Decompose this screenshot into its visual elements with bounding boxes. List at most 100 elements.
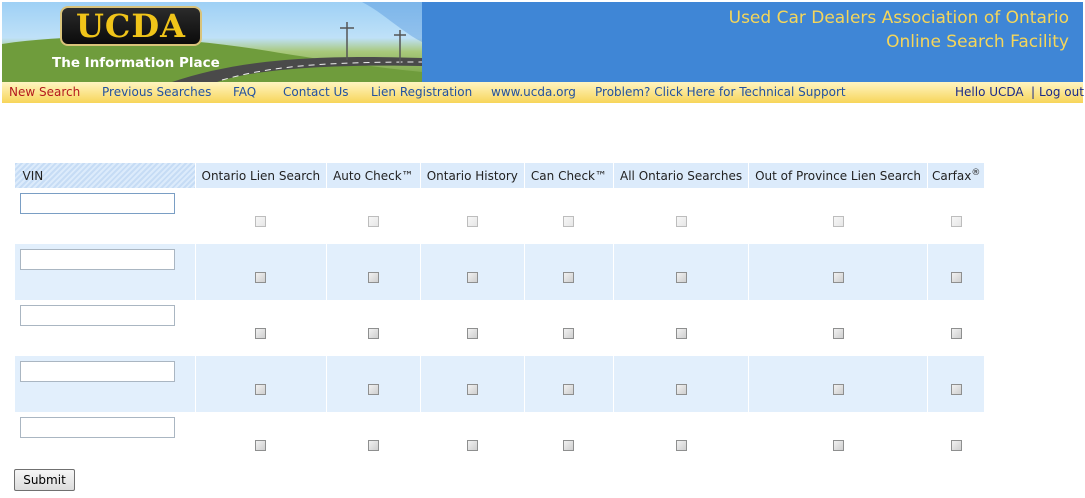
check-cell (612, 356, 749, 412)
greeting-text: Hello UCDA (955, 85, 1024, 99)
site-title: Used Car Dealers Association of Ontario (728, 8, 1069, 28)
check-cell (523, 188, 614, 244)
check-cell (326, 188, 421, 244)
nav-previous-searches[interactable]: Previous Searches (102, 85, 211, 99)
nav-lien-registration[interactable]: Lien Registration (371, 85, 472, 99)
check-cell (926, 412, 985, 468)
check-cell (326, 356, 421, 412)
out-of-province-lien-checkbox-1[interactable] (832, 215, 844, 227)
col-header-out-of-province-lien-search: Out of Province Lien Search (748, 163, 928, 188)
auto-check-checkbox-3[interactable] (367, 327, 379, 339)
nav-separator: | (1031, 85, 1036, 99)
out-of-province-lien-checkbox-2[interactable] (832, 271, 844, 283)
vin-input-2[interactable] (20, 248, 175, 270)
check-cell (523, 300, 614, 356)
header-road-photo: UCDA The Information Place (2, 2, 422, 82)
table-row (14, 244, 985, 300)
submit-button[interactable]: Submit (14, 469, 75, 491)
vin-search-table: VIN Ontario Lien Search Auto Check™ Onta… (14, 163, 985, 468)
table-header-row: VIN Ontario Lien Search Auto Check™ Onta… (14, 163, 985, 188)
nav-contact-us[interactable]: Contact Us (283, 85, 349, 99)
nav-ucda-website[interactable]: www.ucda.org (491, 85, 576, 99)
ontario-lien-search-checkbox-3[interactable] (255, 327, 267, 339)
ontario-history-checkbox-5[interactable] (466, 439, 478, 451)
table-row (14, 300, 985, 356)
vin-input-4[interactable] (20, 360, 175, 382)
check-cell (194, 412, 327, 468)
check-cell (748, 244, 928, 300)
ontario-history-checkbox-1[interactable] (466, 215, 478, 227)
check-cell (194, 188, 327, 244)
carfax-checkbox-1[interactable] (950, 215, 962, 227)
all-ontario-searches-checkbox-3[interactable] (675, 327, 687, 339)
check-cell (612, 244, 749, 300)
vin-input-5[interactable] (20, 416, 175, 438)
can-check-checkbox-1[interactable] (563, 215, 575, 227)
ontario-history-checkbox-4[interactable] (466, 383, 478, 395)
table-row (14, 356, 985, 412)
ontario-lien-search-checkbox-5[interactable] (255, 439, 267, 451)
check-cell (419, 412, 525, 468)
ontario-lien-search-checkbox-2[interactable] (255, 271, 267, 283)
col-header-all-ontario-searches: All Ontario Searches (612, 163, 749, 188)
auto-check-checkbox-2[interactable] (367, 271, 379, 283)
ucda-logo[interactable]: UCDA (60, 6, 202, 46)
nav-new-search[interactable]: New Search (9, 85, 80, 99)
check-cell (748, 188, 928, 244)
carfax-checkbox-3[interactable] (950, 327, 962, 339)
auto-check-checkbox-1[interactable] (367, 215, 379, 227)
check-cell (194, 356, 327, 412)
check-cell (926, 244, 985, 300)
ontario-lien-search-checkbox-4[interactable] (255, 383, 267, 395)
check-cell (523, 244, 614, 300)
can-check-checkbox-3[interactable] (563, 327, 575, 339)
can-check-checkbox-5[interactable] (563, 439, 575, 451)
all-ontario-searches-checkbox-1[interactable] (675, 215, 687, 227)
check-cell (194, 244, 327, 300)
tagline: The Information Place (52, 55, 220, 71)
col-header-vin: VIN (14, 163, 195, 188)
col-header-carfax: Carfax® (926, 163, 985, 188)
out-of-province-lien-checkbox-5[interactable] (832, 439, 844, 451)
check-cell (326, 300, 421, 356)
table-row (14, 412, 985, 468)
check-cell (419, 244, 525, 300)
ontario-history-checkbox-3[interactable] (466, 327, 478, 339)
all-ontario-searches-checkbox-5[interactable] (675, 439, 687, 451)
carfax-checkbox-2[interactable] (950, 271, 962, 283)
vin-input-1[interactable] (20, 192, 175, 214)
check-cell (748, 412, 928, 468)
ontario-lien-search-checkbox-1[interactable] (255, 215, 267, 227)
check-cell (523, 356, 614, 412)
nav-technical-support[interactable]: Problem? Click Here for Technical Suppor… (595, 85, 846, 99)
logout-link[interactable]: Log out (1039, 85, 1084, 99)
col-header-can-check: Can Check™ (523, 163, 614, 188)
col-header-auto-check: Auto Check™ (326, 163, 421, 188)
check-cell (748, 300, 928, 356)
can-check-checkbox-4[interactable] (563, 383, 575, 395)
check-cell (926, 188, 985, 244)
check-cell (523, 412, 614, 468)
check-cell (612, 412, 749, 468)
carfax-checkbox-4[interactable] (950, 383, 962, 395)
auto-check-checkbox-5[interactable] (367, 439, 379, 451)
vin-cell (14, 412, 195, 468)
out-of-province-lien-checkbox-4[interactable] (832, 383, 844, 395)
registered-mark: ® (971, 168, 981, 178)
vin-input-3[interactable] (20, 304, 175, 326)
can-check-checkbox-2[interactable] (563, 271, 575, 283)
carfax-checkbox-5[interactable] (950, 439, 962, 451)
site-header: UCDA The Information Place Used Car Deal… (2, 2, 1083, 82)
auto-check-checkbox-4[interactable] (367, 383, 379, 395)
out-of-province-lien-checkbox-3[interactable] (832, 327, 844, 339)
check-cell (926, 356, 985, 412)
check-cell (419, 356, 525, 412)
carfax-label: Carfax (931, 169, 972, 183)
ontario-history-checkbox-2[interactable] (466, 271, 478, 283)
check-cell (326, 244, 421, 300)
all-ontario-searches-checkbox-4[interactable] (675, 383, 687, 395)
all-ontario-searches-checkbox-2[interactable] (675, 271, 687, 283)
check-cell (194, 300, 327, 356)
vin-cell (14, 188, 195, 244)
nav-faq[interactable]: FAQ (233, 85, 256, 99)
